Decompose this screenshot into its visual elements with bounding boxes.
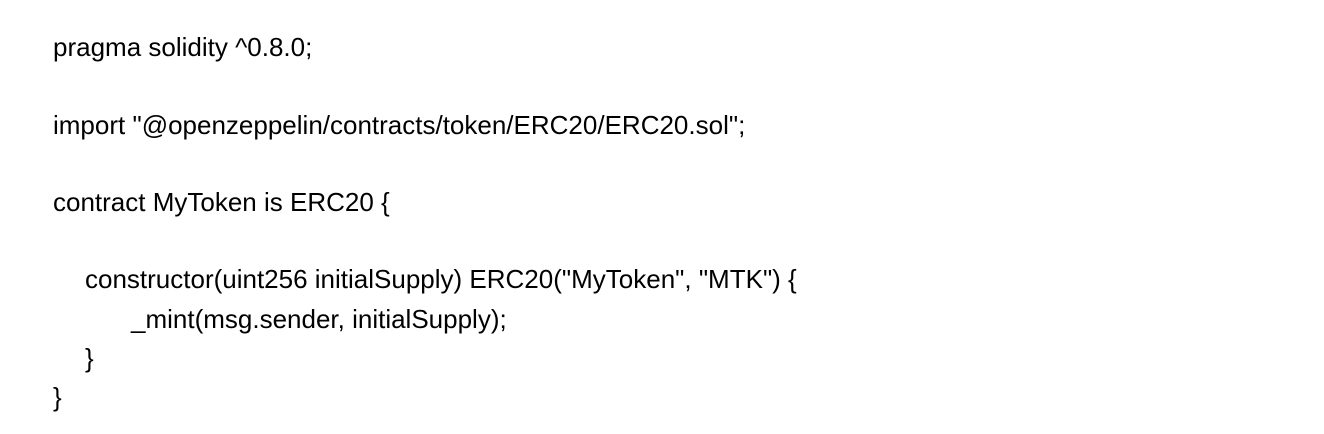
pragma-line: pragma solidity ^0.8.0; — [53, 32, 313, 62]
contract-declaration-line: contract MyToken is ERC20 { — [53, 187, 390, 217]
contract-closing-brace: } — [53, 382, 62, 412]
import-line: import "@openzeppelin/contracts/token/ER… — [53, 110, 746, 140]
constructor-closing-brace: } — [85, 343, 94, 373]
mint-call-line: _mint(msg.sender, initialSupply); — [131, 304, 507, 334]
constructor-line: constructor(uint256 initialSupply) ERC20… — [85, 264, 797, 294]
code-document: pragma solidity ^0.8.0; import "@openzep… — [53, 0, 1293, 434]
